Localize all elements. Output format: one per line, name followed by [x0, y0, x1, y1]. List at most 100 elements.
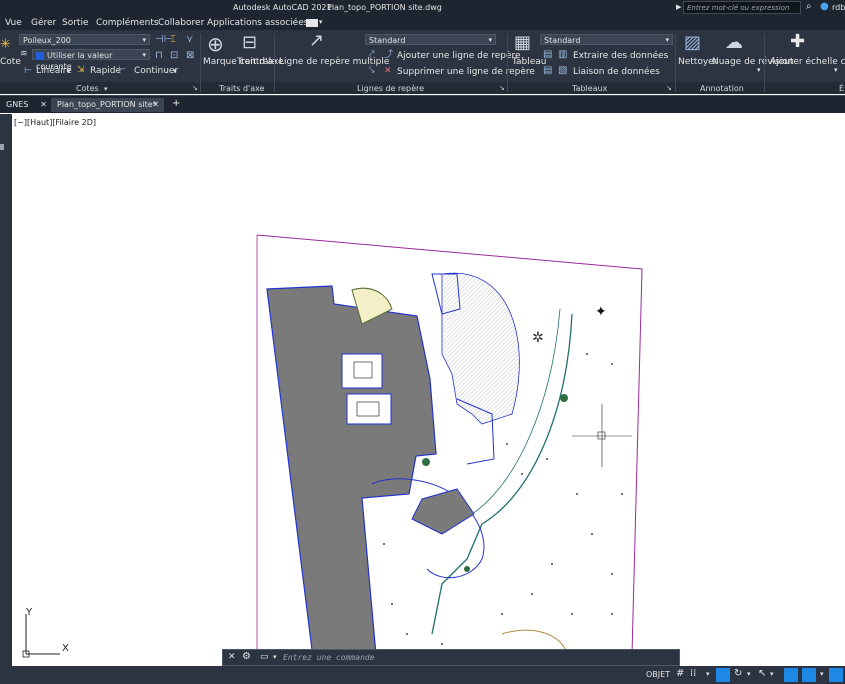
user-icon[interactable]: ●: [820, 2, 829, 12]
dim-tool-icon[interactable]: ⊡: [170, 51, 178, 61]
ajouter-ligne-repere[interactable]: Ajouter une ligne de repère: [397, 52, 521, 61]
dim-tool-icon[interactable]: ⊠: [186, 51, 194, 61]
marque-centrale-button[interactable]: Marque centrale: [203, 57, 277, 68]
leader-icon[interactable]: ↗: [309, 32, 324, 50]
revision-cloud-icon[interactable]: ☁: [725, 34, 743, 52]
command-input[interactable]: Entrez une commande: [283, 654, 375, 662]
rapide-button[interactable]: Rapide: [90, 67, 121, 76]
close-icon[interactable]: ✕: [40, 98, 47, 112]
tab-plan-topo[interactable]: Plan_topo_PORTION site* ✕: [51, 98, 164, 112]
liaison-donnees-button[interactable]: Liaison de données: [573, 68, 660, 77]
table-style-select[interactable]: Standard ▾: [540, 34, 673, 45]
ortho-icon[interactable]: [716, 668, 730, 682]
chevron-down-icon[interactable]: ▾: [319, 19, 323, 26]
nuage-revision-button[interactable]: Nuage de révision: [712, 57, 793, 68]
panel-launcher-icon[interactable]: ↘: [666, 84, 672, 92]
leader-tool-icon[interactable]: ⤥: [369, 66, 375, 76]
user-name[interactable]: rdb: [832, 4, 845, 12]
chevron-down-icon[interactable]: ▾: [173, 68, 177, 75]
close-icon[interactable]: ✕: [152, 98, 159, 112]
supprimer-ligne-repere[interactable]: Supprimer une ligne de repère: [397, 68, 535, 77]
table-icon[interactable]: ▦: [514, 34, 531, 52]
new-tab-icon[interactable]: +: [172, 99, 180, 109]
leader-tool-icon[interactable]: ⤤: [369, 50, 375, 60]
menu-vue[interactable]: Vue: [5, 19, 22, 28]
panel-launcher-icon[interactable]: ↘: [499, 84, 505, 92]
isodraft-icon[interactable]: ↖: [758, 669, 766, 679]
menu-applications[interactable]: Applications associées: [207, 19, 308, 28]
data-link-icon: ▧: [558, 65, 568, 76]
workspace-icon[interactable]: [306, 19, 318, 27]
group-lignes-repere[interactable]: Lignes de repère: [357, 84, 424, 93]
chevron-down-icon[interactable]: ▾: [104, 85, 108, 93]
command-history-icon[interactable]: ▭: [260, 653, 269, 662]
leader-style-select[interactable]: Standard ▾: [365, 34, 496, 45]
chevron-down-icon[interactable]: ▾: [747, 671, 751, 678]
linear-icon: ⊢: [24, 66, 32, 76]
centerline-icon[interactable]: ⊟: [242, 34, 257, 52]
dimension-icon[interactable]: ✳: [0, 38, 11, 51]
grid-icon[interactable]: #: [676, 669, 684, 679]
continuer-button[interactable]: Continuer: [134, 67, 178, 76]
patio: [341, 353, 383, 389]
menu-collaborer[interactable]: Collaborer: [158, 19, 204, 28]
chevron-down-icon[interactable]: ▾: [770, 671, 774, 678]
separator: [507, 34, 508, 92]
cote-button[interactable]: Cote: [0, 58, 21, 67]
tab-label: Plan_topo_PORTION site*: [57, 100, 157, 109]
table-tool-icon[interactable]: ▤: [543, 50, 552, 60]
continue-icon: ⊢: [118, 65, 126, 75]
chevron-down-icon[interactable]: ▾: [757, 67, 761, 74]
add-scale-icon[interactable]: ✚: [790, 33, 805, 51]
search-icon[interactable]: ⌕: [806, 2, 812, 12]
trait-axe-button[interactable]: Trait d'axe: [237, 58, 284, 67]
chevron-down-icon[interactable]: ▾: [834, 67, 838, 74]
group-traits-axe[interactable]: Traits d'axe: [219, 84, 265, 93]
chevron-down-icon: ▾: [488, 36, 492, 44]
app-title: Autodesk AutoCAD 2021: [233, 3, 332, 12]
model-space-button[interactable]: OBJET: [646, 671, 670, 679]
menu-sortie[interactable]: Sortie: [62, 19, 89, 28]
layer-icon: ≋: [20, 49, 28, 59]
group-annotation[interactable]: Annotation: [700, 84, 744, 93]
add-leader-icon: ⤴: [384, 50, 394, 60]
chevron-down-icon[interactable]: ▾: [706, 671, 710, 678]
menu-complements[interactable]: Compléments: [96, 19, 159, 28]
table-tool-icon[interactable]: ▤: [543, 66, 552, 76]
close-icon[interactable]: ✕: [228, 653, 236, 662]
tracking-icon[interactable]: [802, 668, 816, 682]
extraire-donnees-button[interactable]: Extraire des données: [573, 52, 668, 61]
status-bar: OBJET # ⁞⁞ ▾ ↻ ▾ ↖ ▾ ▾: [0, 666, 845, 684]
patio: [346, 393, 392, 425]
title-bar: Autodesk AutoCAD 2021 Plan_topo_PORTION …: [0, 0, 845, 16]
search-expand-icon[interactable]: ▶: [676, 4, 681, 11]
group-cotes[interactable]: Cotes: [76, 84, 99, 93]
search-input[interactable]: Entrez mot-clé ou expression: [683, 1, 801, 14]
chevron-down-icon[interactable]: ▾: [820, 671, 824, 678]
object-snap-icon[interactable]: [784, 668, 798, 682]
dim-tool-icon[interactable]: ⊓: [155, 51, 163, 61]
wrench-icon[interactable]: ⚙: [242, 652, 251, 662]
dim-tool-icon[interactable]: ⋎: [186, 35, 193, 45]
chevron-down-icon[interactable]: ▾: [67, 68, 71, 75]
menu-gerer[interactable]: Gérer: [31, 19, 56, 28]
group-echelle[interactable]: É: [839, 84, 844, 93]
toolbar-grip[interactable]: [0, 144, 4, 150]
cleanup-icon[interactable]: ▨: [684, 34, 701, 52]
site-plan-drawing: ✦ ✲: [22, 234, 643, 666]
chevron-down-icon[interactable]: ▾: [273, 654, 277, 661]
dim-tool-icon[interactable]: ⌶: [170, 35, 176, 45]
snap-icon[interactable]: ⁞⁞: [690, 669, 696, 679]
tableau-button[interactable]: Tableau: [512, 58, 547, 67]
tab-gnes-3d[interactable]: GNES 3D* ✕: [0, 98, 50, 123]
center-mark-icon[interactable]: ⊕: [207, 34, 224, 54]
group-tableaux[interactable]: Tableaux: [572, 84, 607, 93]
command-line: ✕ ⚙ ▭ ▾ Entrez une commande: [222, 649, 680, 666]
panel-launcher-icon[interactable]: ↘: [192, 84, 198, 92]
annotation-scale-icon[interactable]: [829, 668, 843, 682]
polar-icon[interactable]: ↻: [734, 669, 742, 679]
current-value-select[interactable]: Utiliser la valeur courante ▾: [32, 49, 150, 71]
drawing-canvas[interactable]: [−][Haut][Filaire 2D] ✦ ✲ Y X: [12, 114, 845, 666]
dim-style-select[interactable]: Poileux_200 ▾: [19, 34, 150, 45]
ajouter-echelle-button[interactable]: Ajouter échelle courante: [770, 57, 845, 68]
